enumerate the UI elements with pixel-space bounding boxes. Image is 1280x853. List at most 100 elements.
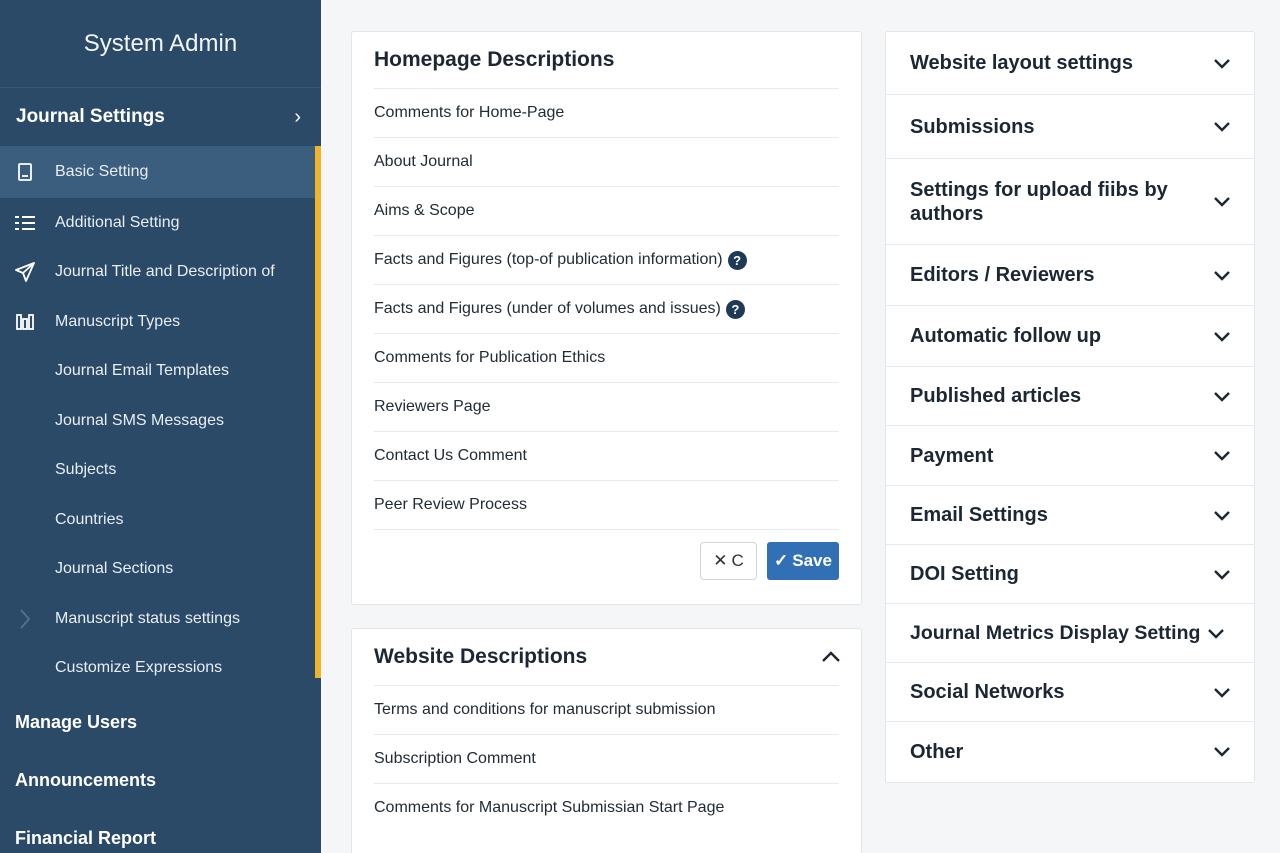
sidebar-item-manuscript-status[interactable]: Manuscript status settings (0, 594, 321, 644)
chevron-up-icon[interactable] (821, 645, 841, 669)
sidebar-item-label: Journal Email Templates (55, 362, 230, 380)
list-item[interactable]: Facts and Figures (under of volumes and … (374, 284, 839, 333)
card-title: Homepage Descriptions (374, 48, 615, 71)
homepage-descriptions-card: Homepage Descriptions Comments for Home-… (351, 31, 862, 605)
accordion-email-settings[interactable]: Email Settings (886, 485, 1254, 544)
sidebar-title: System Admin (0, 0, 321, 88)
accordion-label: Social Networks (910, 681, 1065, 703)
row-label: Comments for Manuscript Submissian Start… (374, 799, 725, 816)
sidebar-submenu: Basic Setting Additional Setting Journal… (0, 146, 321, 693)
card-header: Homepage Descriptions (352, 32, 861, 88)
accordion-website-layout[interactable]: Website layout settings (886, 32, 1254, 94)
list-item[interactable]: Reviewers Page (374, 382, 839, 431)
homepage-rows: Comments for Home-Page About Journal Aim… (352, 88, 861, 529)
chevron-down-icon (1212, 564, 1232, 584)
sidebar-item-label: Customize Expressions (55, 659, 223, 677)
list-item[interactable]: Comments for Manuscript Submissian Start… (374, 783, 839, 832)
sidebar-item-label: Journal SMS Messages (55, 411, 224, 429)
sidebar-item-label: Manuscript status settings (55, 609, 240, 627)
row-label: Terms and conditions for manuscript subm… (374, 701, 716, 718)
accordion-label: Website layout settings (910, 52, 1134, 74)
chevron-down-icon (1212, 505, 1232, 525)
accordion-automatic-follow-up[interactable]: Automatic follow up (886, 305, 1254, 366)
send-icon (14, 261, 36, 283)
chevron-right-icon: › (294, 105, 301, 128)
accordion-journal-metrics[interactable]: Journal Metrics Display Setting (886, 603, 1254, 662)
row-label: Facts and Figures (under of volumes and … (374, 300, 721, 317)
sidebar-main-manage-users[interactable]: Manage Users (0, 693, 321, 751)
list-item[interactable]: Peer Review Process (374, 480, 839, 529)
chevron-down-icon (1212, 682, 1232, 702)
website-rows: Terms and conditions for manuscript subm… (352, 685, 861, 832)
list-item[interactable]: Terms and conditions for manuscript subm… (374, 685, 839, 734)
sidebar-item-label: Journal Title and Description of (55, 263, 275, 281)
columns-icon (14, 311, 36, 333)
check-icon: ✓ (774, 551, 789, 570)
accordion-payment[interactable]: Payment (886, 425, 1254, 485)
sidebar-section-journal-settings[interactable]: Journal Settings › (0, 88, 321, 146)
card-title: Website Descriptions (374, 645, 588, 668)
row-label: Contact Us Comment (374, 447, 527, 464)
help-icon[interactable]: ? (727, 250, 747, 270)
chevron-right-icon (14, 608, 36, 630)
sidebar-item-countries[interactable]: Countries (0, 495, 321, 545)
chevron-down-icon (1212, 117, 1232, 137)
close-icon: ✕ (713, 551, 728, 570)
row-label: About Journal (374, 153, 473, 170)
help-icon[interactable]: ? (725, 299, 745, 319)
list-item[interactable]: About Journal (374, 137, 839, 186)
chevron-down-icon (1206, 623, 1226, 643)
sidebar-main-announcements[interactable]: Announcements (0, 751, 321, 809)
accordion-doi-setting[interactable]: DOI Setting (886, 544, 1254, 603)
accordion-label: Automatic follow up (910, 325, 1102, 347)
chevron-down-icon (1212, 326, 1232, 346)
accordion-label: Published articles (910, 385, 1082, 407)
accordion-label: Settings for upload fiibs by authors (910, 178, 1168, 225)
accordion-submissions[interactable]: Submissions (886, 94, 1254, 158)
cancel-button[interactable]: ✕ C (700, 542, 757, 580)
cancel-label: C (731, 551, 744, 570)
sidebar-item-journal-title[interactable]: Journal Title and Description of (0, 248, 321, 298)
row-label: Comments for Home-Page (374, 104, 565, 121)
list-item[interactable]: Facts and Figures (top-of publication in… (374, 235, 839, 284)
sidebar-section-label: Journal Settings (16, 106, 165, 127)
sidebar-item-journal-sections[interactable]: Journal Sections (0, 545, 321, 595)
save-button[interactable]: ✓ Save (767, 542, 839, 580)
list-item[interactable]: Aims & Scope (374, 186, 839, 235)
settings-accordion: Website layout settings Submissions Sett… (885, 31, 1255, 783)
accordion-upload-files[interactable]: Settings for upload fiibs by authors (886, 158, 1254, 244)
list-item[interactable]: Comments for Home-Page (374, 88, 839, 137)
accordion-other[interactable]: Other (886, 721, 1254, 781)
sidebar-item-basic-setting[interactable]: Basic Setting (0, 146, 321, 198)
accordion-published-articles[interactable]: Published articles (886, 366, 1254, 425)
save-label: Save (792, 551, 832, 570)
list-item[interactable]: Subscription Comment (374, 734, 839, 783)
sidebar-item-label: Journal Sections (55, 560, 174, 578)
sidebar-item-sms-messages[interactable]: Journal SMS Messages (0, 396, 321, 446)
row-label: Aims & Scope (374, 202, 475, 219)
chevron-down-icon (1212, 742, 1232, 762)
list-item[interactable]: Contact Us Comment (374, 431, 839, 480)
accordion-editors-reviewers[interactable]: Editors / Reviewers (886, 244, 1254, 305)
sidebar-item-additional-setting[interactable]: Additional Setting (0, 198, 321, 248)
chevron-down-icon (1212, 386, 1232, 406)
card-header[interactable]: Website Descriptions (352, 629, 861, 685)
sidebar-item-label: Countries (55, 510, 124, 528)
accordion-label: Email Settings (910, 504, 1048, 526)
sidebar-item-email-templates[interactable]: Journal Email Templates (0, 347, 321, 397)
row-label: Reviewers Page (374, 398, 491, 415)
sidebar-item-label: Additional Setting (55, 213, 180, 231)
sidebar-item-customize-expressions[interactable]: Customize Expressions (0, 644, 321, 694)
sidebar-item-subjects[interactable]: Subjects (0, 446, 321, 496)
accordion-label: Submissions (910, 115, 1035, 138)
accordion-social-networks[interactable]: Social Networks (886, 662, 1254, 721)
sidebar-main-financial-report[interactable]: Financial Report (0, 809, 321, 853)
list-icon (14, 212, 36, 234)
accordion-label: Other (910, 740, 964, 763)
chevron-down-icon (1212, 192, 1232, 212)
document-icon (14, 161, 36, 183)
sidebar-item-manuscript-types[interactable]: Manuscript Types (0, 297, 321, 347)
row-label: Subscription Comment (374, 750, 536, 767)
list-item[interactable]: Comments for Publication Ethics (374, 333, 839, 382)
chevron-down-icon (1212, 265, 1232, 285)
